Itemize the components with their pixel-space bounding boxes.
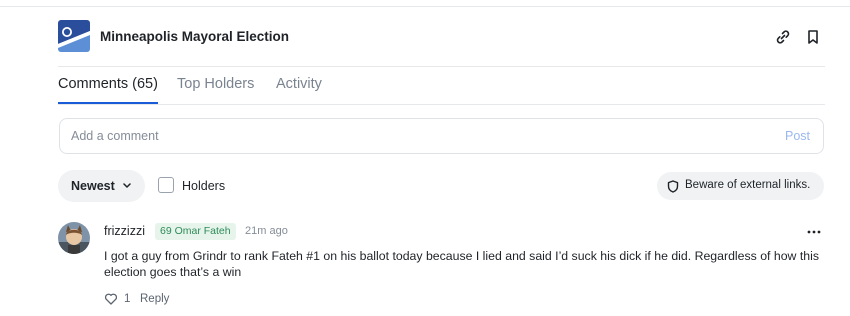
avatar[interactable] (58, 222, 90, 254)
comment-item: frizzizzi 69 Omar Fateh 21m ago I got a … (58, 222, 825, 312)
tab-top-holders[interactable]: Top Holders (177, 76, 254, 92)
holder-badge: 69 Omar Fateh (155, 223, 236, 240)
tab-activity[interactable]: Activity (276, 76, 322, 92)
chevron-down-icon (123, 183, 131, 188)
holders-checkbox[interactable] (158, 177, 174, 193)
header-divider (58, 66, 825, 67)
comment-input[interactable] (60, 119, 750, 153)
top-divider (0, 6, 850, 7)
post-button[interactable]: Post (785, 129, 810, 143)
warning-text: Beware of external links. (685, 179, 811, 191)
shield-icon (667, 180, 679, 193)
sort-label: Newest (71, 179, 115, 193)
comment-timestamp: 21m ago (245, 225, 288, 237)
comment-composer: Post (59, 118, 824, 154)
sort-dropdown[interactable]: Newest (58, 170, 145, 202)
bookmark-icon[interactable] (804, 28, 822, 46)
like-count: 1 (124, 293, 131, 305)
tabs-divider (58, 104, 825, 105)
market-flag-icon (58, 20, 90, 52)
link-icon[interactable] (774, 28, 792, 46)
holders-label[interactable]: Holders (182, 179, 225, 193)
reply-button[interactable]: Reply (140, 293, 169, 305)
more-options-icon[interactable] (806, 224, 822, 240)
market-header: Minneapolis Mayoral Election (58, 20, 825, 54)
tab-comments[interactable]: Comments (65) (58, 76, 158, 92)
external-links-warning: Beware of external links. (657, 172, 824, 200)
comment-username[interactable]: frizzizzi (104, 224, 145, 238)
market-title: Minneapolis Mayoral Election (100, 29, 290, 44)
heart-icon[interactable] (104, 292, 118, 306)
comment-body: I got a guy from Grindr to rank Fateh #1… (104, 249, 819, 279)
